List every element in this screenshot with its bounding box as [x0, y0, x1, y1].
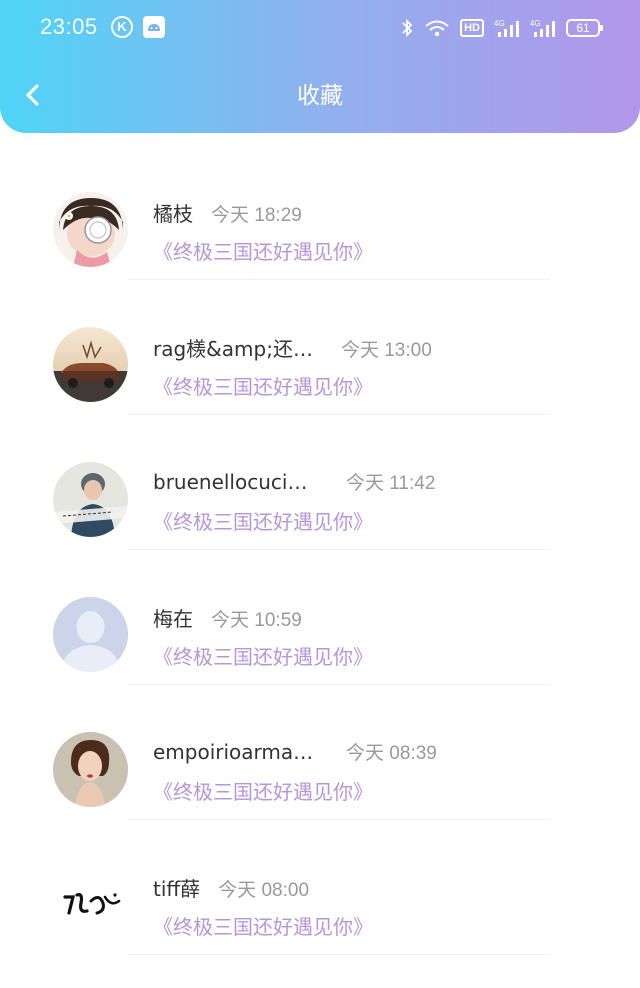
username[interactable]: bruenellocucin… — [153, 470, 318, 494]
item-meta: rag檨&amp;还… 今天 13:00 — [153, 333, 432, 362]
list-item[interactable]: empoirioarman… 今天 08:39 《终极三国还好遇见你》 — [0, 685, 640, 820]
svg-text:4G: 4G — [494, 19, 505, 28]
android-icon — [143, 16, 165, 38]
avatar[interactable] — [53, 867, 128, 942]
avatar[interactable] — [53, 327, 128, 402]
avatar[interactable] — [53, 597, 128, 672]
list-item[interactable]: rag檨&amp;还… 今天 13:00 《终极三国还好遇见你》 — [0, 280, 640, 415]
cartoon-girl-avatar-icon — [53, 192, 128, 267]
list-item[interactable]: bruenellocucin… 今天 11:42 《终极三国还好遇见你》 — [0, 415, 640, 550]
bluetooth-icon — [400, 17, 414, 39]
username[interactable]: rag檨&amp;还… — [153, 333, 313, 362]
k-badge-icon: K — [111, 16, 133, 38]
calligraphy-avatar-icon — [53, 867, 128, 942]
book-link[interactable]: 《终极三国还好遇见你》 — [153, 911, 373, 940]
book-link[interactable]: 《终极三国还好遇见你》 — [153, 506, 373, 535]
status-time: 23:05 — [40, 14, 98, 39]
username[interactable]: tiff薛 — [153, 873, 200, 902]
book-link[interactable]: 《终极三国还好遇见你》 — [153, 236, 373, 265]
hd-icon: HD — [460, 19, 484, 37]
boy-portrait-avatar-icon — [53, 462, 128, 537]
list-item[interactable]: 橘枝 今天 18:29 《终极三国还好遇见你》 — [0, 145, 640, 280]
battery-icon: 61 — [566, 19, 603, 37]
username[interactable]: 橘枝 — [153, 198, 193, 227]
timestamp: 今天 08:39 — [346, 743, 437, 764]
avatar[interactable] — [53, 462, 128, 537]
list-item[interactable]: tiff薛 今天 08:00 《终极三国还好遇见你》 — [0, 820, 640, 955]
book-link[interactable]: 《终极三国还好遇见你》 — [153, 641, 373, 670]
username[interactable]: 梅在 — [153, 603, 193, 632]
header: 23:05 K HD 4G 4G 61 收藏 — [0, 0, 640, 133]
timestamp: 今天 08:00 — [218, 880, 310, 901]
status-icons: HD 4G 4G 61 — [400, 16, 603, 40]
item-meta: empoirioarman… 今天 08:39 — [153, 738, 437, 765]
timestamp: 今天 10:59 — [211, 610, 302, 631]
timestamp: 今天 18:29 — [211, 205, 302, 226]
list-item[interactable]: 梅在 今天 10:59 《终极三国还好遇见你》 — [0, 550, 640, 685]
landscape-car-avatar-icon — [53, 327, 128, 402]
status-bar: 23:05 K HD 4G 4G 61 — [0, 0, 640, 56]
item-meta: 橘枝 今天 18:29 — [153, 198, 302, 227]
timestamp: 今天 13:00 — [340, 340, 432, 361]
timestamp: 今天 11:42 — [346, 473, 436, 494]
default-user-avatar-icon — [53, 597, 128, 672]
book-link[interactable]: 《终极三国还好遇见你》 — [153, 371, 373, 400]
divider — [128, 954, 550, 955]
signal-4g-icon: 4G — [530, 17, 556, 39]
page-title: 收藏 — [297, 83, 343, 109]
item-meta: tiff薛 今天 08:00 — [153, 873, 309, 902]
book-link[interactable]: 《终极三国还好遇见你》 — [153, 776, 373, 805]
avatar[interactable] — [53, 732, 128, 807]
item-meta: 梅在 今天 10:59 — [153, 603, 302, 632]
woman-portrait-avatar-icon — [53, 732, 128, 807]
signal-4g-icon: 4G — [494, 17, 520, 39]
item-meta: bruenellocucin… 今天 11:42 — [153, 468, 435, 495]
favorites-list: 橘枝 今天 18:29 《终极三国还好遇见你》 rag檨&amp;还… 今天 1… — [0, 145, 640, 955]
svg-text:4G: 4G — [530, 19, 541, 28]
avatar[interactable] — [53, 192, 128, 267]
wifi-icon — [424, 17, 450, 39]
username[interactable]: empoirioarman… — [153, 740, 318, 764]
